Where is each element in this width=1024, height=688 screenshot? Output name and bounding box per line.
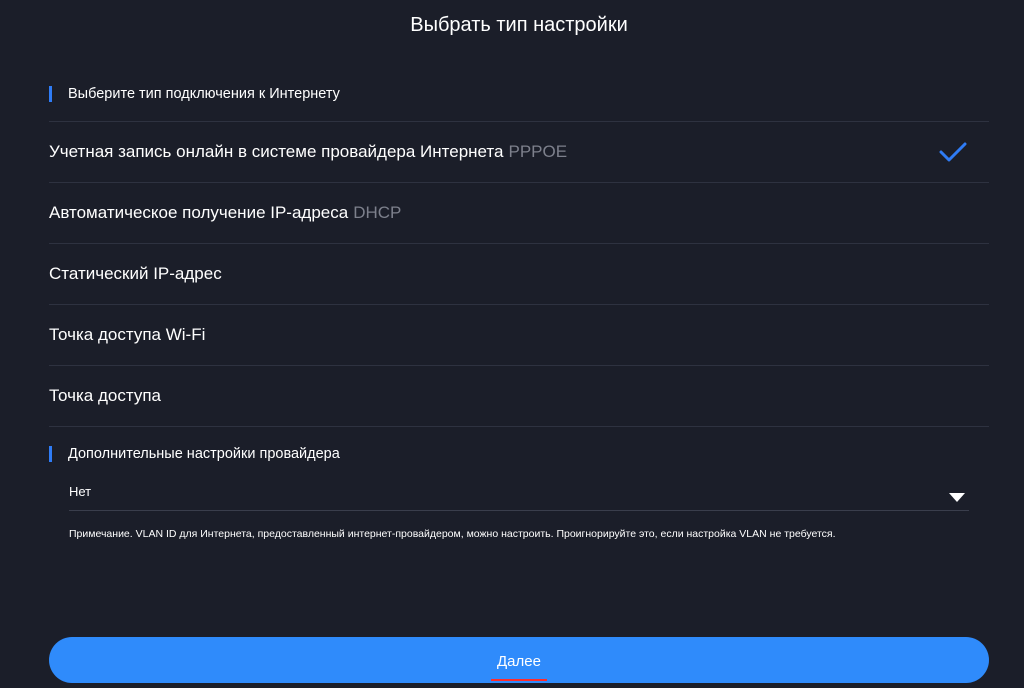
option-label: Учетная запись онлайн в системе провайде… <box>49 142 504 161</box>
connection-type-options: Учетная запись онлайн в системе провайде… <box>49 121 989 427</box>
option-access-point[interactable]: Точка доступа <box>49 365 989 427</box>
page-title: Выбрать тип настройки <box>410 14 628 36</box>
setup-page: Выбрать тип настройки Выберите тип подкл… <box>0 0 1024 688</box>
section-accent-bar <box>49 446 52 462</box>
option-label: Точка доступа <box>49 386 161 405</box>
option-suffix: PPPOE <box>508 142 568 161</box>
option-suffix: DHCP <box>353 203 402 222</box>
check-icon <box>939 142 967 162</box>
connection-type-section-label: Выберите тип подключения к Интернету <box>68 86 340 102</box>
dropdown-selected-value: Нет <box>69 484 92 499</box>
option-wifi-access-point[interactable]: Точка доступа Wi-Fi <box>49 304 989 365</box>
option-static-ip[interactable]: Статический IP-адрес <box>49 243 989 304</box>
next-button-label-wrap: Далее <box>491 652 547 681</box>
caret-down-icon[interactable] <box>949 493 965 502</box>
section-accent-bar <box>49 86 52 102</box>
isp-settings-section-header: Дополнительные настройки провайдера <box>49 445 340 463</box>
vlan-note: Примечание. VLAN ID для Интернета, предо… <box>69 528 836 540</box>
connection-type-section-header: Выберите тип подключения к Интернету <box>49 85 340 103</box>
next-button[interactable]: Далее <box>49 637 989 683</box>
option-pppoe[interactable]: Учетная запись онлайн в системе провайде… <box>49 121 989 182</box>
isp-settings-dropdown[interactable]: Нет <box>69 477 969 511</box>
isp-settings-section-label: Дополнительные настройки провайдера <box>68 446 340 462</box>
label-underline <box>491 678 547 681</box>
option-label: Автоматическое получение IP-адреса <box>49 203 349 222</box>
next-button-label: Далее <box>497 652 541 670</box>
option-label: Статический IP-адрес <box>49 264 222 283</box>
option-label: Точка доступа Wi-Fi <box>49 325 206 344</box>
option-dhcp[interactable]: Автоматическое получение IP-адреса DHCP <box>49 182 989 243</box>
